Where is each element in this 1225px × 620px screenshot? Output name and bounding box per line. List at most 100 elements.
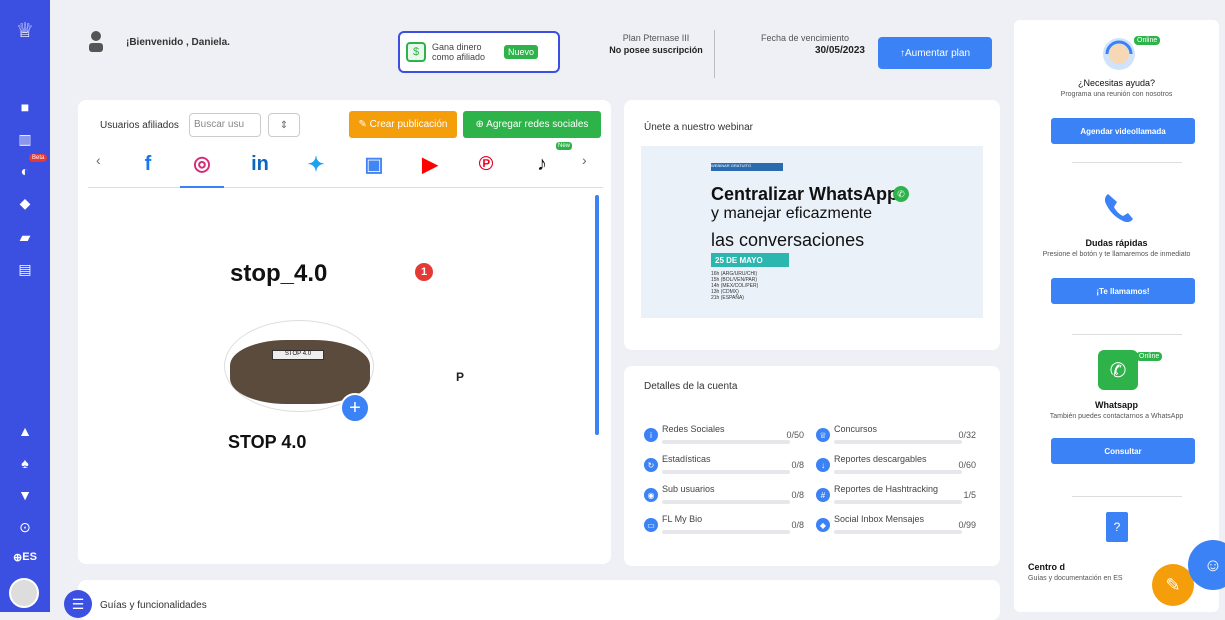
quick-desc: Presione el botón y te llamaremos de inm… [1042,251,1191,258]
detail-social-networks: i Redes Sociales 0/50 [644,424,814,450]
google-business-icon[interactable]: ▣ [352,140,396,188]
account-details-card: Detalles de la cuenta i Redes Sociales 0/5… [624,366,1000,566]
avatar[interactable] [9,578,39,608]
detail-social-inbox: ◆ Social Inbox Mensajes 0/99 [816,514,986,540]
warning-icon[interactable]: ▲ [0,420,50,442]
details-title: Detalles de la cuenta [644,381,738,392]
help-icon[interactable]: ⊙ [0,516,50,538]
affiliates-label: Usuarios afiliados [100,120,179,131]
help-panel: Online ¿Necesitas ayuda? Programa una re… [1014,20,1219,612]
webinar-title: Únete a nuestro webinar [644,122,753,133]
help-section: ¿Necesitas ayuda? Programa una reunión c… [1014,78,1219,99]
detail-sub-users: ◉ Sub usuarios 0/8 [644,484,814,510]
detail-value: 0/8 [791,490,804,500]
earn-affiliate-button[interactable]: $ Gana dinero como afiliado Nuevo [398,31,560,73]
download-icon: ↓ [816,458,830,472]
detail-value: 0/50 [786,430,804,440]
refresh-icon: ↻ [644,458,658,472]
online-badge: Online [1136,352,1163,361]
detail-value: 1/5 [963,490,976,500]
detail-label: Reportes descargables [834,454,927,464]
account-subtitle [228,456,458,462]
social-accounts-card: Usuarios afiliados Buscar usu ⇕ ✎ Crear … [78,100,611,564]
detail-value: 0/60 [958,460,976,470]
notification-badge: 1 [415,263,433,281]
detail-bar [662,440,790,444]
sort-button[interactable]: ⇕ [268,113,300,137]
detail-value: 0/99 [958,520,976,530]
call-me-button[interactable]: ¡Te llamamos! [1051,278,1195,304]
linkedin-icon[interactable]: in [238,140,282,188]
schedule-videocall-button[interactable]: Agendar videollamada [1051,118,1195,144]
chart-icon[interactable]: ▥ [0,128,50,150]
chevron-left-icon[interactable]: ‹ [96,152,101,168]
cart-icon[interactable]: ▼ [0,484,50,506]
webinar-schedule-line: 21h (ESPAÑA) [711,295,744,301]
p-letter: P [456,370,465,384]
menu-icon: ☰ [64,590,92,618]
detail-bar [662,530,790,534]
language-selector[interactable]: ⊕ ES [0,546,50,568]
detail-label: Estadísticas [662,454,711,464]
guides-card[interactable]: ☰ Guías y funcionalidades [64,580,1000,620]
welcome-text: ¡Bienvenido , Daniela. [126,37,230,48]
instagram-icon[interactable]: ◎ [180,140,224,188]
user-icon [89,31,103,52]
add-account-button[interactable]: + [340,393,370,423]
consult-button[interactable]: Consultar [1051,438,1195,464]
detail-bar [662,470,790,474]
youtube-icon[interactable]: ▶ [408,140,452,188]
chevron-right-icon[interactable]: › [582,152,587,168]
scrollbar[interactable] [595,195,599,435]
sidebar: ♕ ■ ▥ ◐ Beta ◆ ▰ ▤ ▲ ♠ ▼ ⊙ ⊕ ES [0,0,50,612]
trophy-icon: ♕ [816,428,830,442]
search-input[interactable]: Buscar usu [189,113,261,137]
whatsapp-desc: También puedes contactarnos a WhatsApp [1049,413,1184,420]
twitter-icon[interactable]: ✦ [294,140,338,188]
facebook-icon[interactable]: f [126,140,170,188]
whatsapp-section: Whatsapp También puedes contactarnos a W… [1014,400,1219,421]
detail-label: Redes Sociales [662,424,725,434]
create-post-button[interactable]: ✎ Crear publicación [349,111,457,138]
trophy-icon[interactable]: ♕ [0,12,50,48]
help-desc: Programa una reunión con nosotros [1060,91,1173,98]
picture-label: STOP 4.0 [272,350,324,360]
users-icon[interactable]: ▰ [0,226,50,248]
upgrade-plan-button[interactable]: ↑Aumentar plan [878,37,992,69]
detail-label: Sub usuarios [662,484,715,494]
expiry-value: 30/05/2023 [814,45,865,56]
plan-value: No posee suscripción [609,45,703,55]
earn-text: Gana dinero como afiliado [432,42,486,62]
detail-value: 0/8 [791,520,804,530]
tiktok-new-badge: New [556,142,573,150]
detail-label: Reportes de Hashtracking [834,484,939,494]
chat-icon[interactable]: ◆ [0,192,50,214]
rocket-icon[interactable]: ◐ Beta [0,154,50,182]
online-badge: Online [1134,36,1161,45]
divider [1072,496,1182,497]
detail-label: Concursos [834,424,878,434]
webinar-headline-1: Centralizar WhatsApp [711,184,899,204]
whatsapp-icon: ✆ [1098,350,1138,390]
webinar-banner[interactable]: WEBINAR GRATUITO Centralizar WhatsApp ✆ … [641,146,983,318]
detail-bar [834,530,962,534]
money-icon: $ [406,42,426,62]
webinar-card: Únete a nuestro webinar WEBINAR GRATUITO… [624,100,1000,350]
help-title: ¿Necesitas ayuda? [1077,78,1156,88]
webinar-date: 25 DE MAYO [711,253,789,267]
quick-title: Dudas rápidas [1085,238,1148,248]
bell-icon[interactable]: ♠ [0,452,50,474]
plan-label: Plan Pternase III [622,33,690,43]
detail-bar [662,500,790,504]
divider [1072,162,1182,163]
pinterest-icon[interactable]: ℗ [464,140,508,188]
briefcase-icon[interactable]: ■ [0,96,50,118]
whatsapp-title: Whatsapp [1094,400,1138,410]
add-social-networks-button[interactable]: ⊕ Agregar redes sociales [463,111,601,138]
new-badge: Nuevo [504,45,539,59]
document-icon[interactable]: ▤ [0,258,50,280]
webinar-tag: WEBINAR GRATUITO [711,163,783,171]
detail-bar [834,470,962,474]
hashtag-icon: # [816,488,830,502]
guides-label: Guías y funcionalidades [100,600,207,611]
